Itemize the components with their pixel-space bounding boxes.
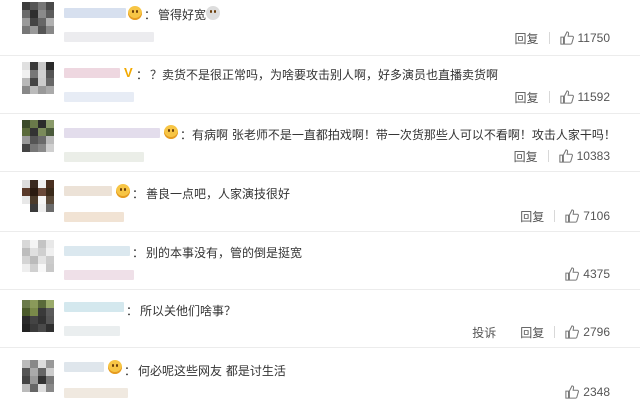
- emoji-icon: [128, 6, 142, 20]
- like-button[interactable]: 2796: [565, 325, 610, 339]
- comment-text: 管得好宽: [158, 8, 207, 22]
- like-count: 7106: [583, 209, 610, 223]
- like-count: 11592: [577, 90, 610, 104]
- meta-info: [64, 388, 128, 398]
- meta-info: [64, 152, 144, 162]
- like-count: 10383: [576, 149, 610, 163]
- comment-item: ： 善良一点吧，人家演技很好 回复 7106: [0, 172, 640, 232]
- like-count: 2348: [583, 385, 610, 399]
- thumbs-up-icon: [565, 325, 580, 339]
- meta-info: [64, 326, 120, 336]
- thumbs-up-icon: [565, 267, 580, 281]
- comment-actions: 回复 11750: [515, 30, 611, 46]
- like-button[interactable]: 11592: [559, 90, 610, 104]
- avatar[interactable]: [22, 62, 54, 94]
- like-count: 11750: [577, 31, 610, 45]
- comment-item: ： 别的本事没有，管的倒是挺宽 回复 4375: [0, 232, 640, 290]
- emoji-icon: [164, 125, 178, 139]
- comment-actions: 回复 4375: [520, 266, 610, 282]
- thumbs-up-icon: [565, 385, 580, 399]
- thumbs-up-icon: [559, 31, 574, 45]
- reply-button[interactable]: 回复: [520, 208, 544, 225]
- thumbs-up-icon: [558, 149, 573, 163]
- comment-text: 何必呢这些网友 都是讨生活: [138, 364, 286, 378]
- username[interactable]: [64, 8, 126, 18]
- comment-actions: 回复 10383: [514, 148, 610, 164]
- username[interactable]: [64, 68, 120, 78]
- reply-button[interactable]: 回复: [520, 324, 544, 341]
- comment-text: 别的本事没有，管的倒是挺宽: [146, 246, 303, 260]
- username[interactable]: [64, 186, 112, 196]
- divider: [554, 326, 556, 338]
- meta-info: [64, 212, 124, 222]
- reply-button[interactable]: 回复: [515, 89, 539, 106]
- comment-actions: 投诉 回复 2796: [472, 324, 610, 340]
- reply-button[interactable]: 回复: [514, 148, 538, 165]
- meta-info: [64, 32, 154, 42]
- comment-item: V ： ？卖货不是很正常吗，为啥要攻击别人啊，好多演员也直播卖货啊 回复 115…: [0, 56, 640, 114]
- avatar[interactable]: [22, 240, 54, 272]
- avatar[interactable]: [22, 120, 54, 152]
- meta-info: [64, 92, 134, 102]
- comment-text: ？卖货不是很正常吗，为啥要攻击别人啊，好多演员也直播卖货啊: [150, 68, 499, 82]
- like-count: 4375: [583, 267, 610, 281]
- meta-info: [64, 270, 134, 280]
- username[interactable]: [64, 246, 130, 256]
- thumbs-up-icon: [565, 209, 580, 223]
- comment-item: ： 所以关他们啥事？ 投诉 回复 2796: [0, 290, 640, 348]
- avatar[interactable]: [22, 360, 54, 392]
- like-button[interactable]: 11750: [559, 31, 610, 45]
- comment-item: ： 有病啊 张老师不是一直都拍戏啊！带一次货那些人可以不看啊！攻击人家干吗！ 回…: [0, 114, 640, 172]
- comment-text: 有病啊 张老师不是一直都拍戏啊！带一次货那些人可以不看啊！攻击人家干吗！: [192, 128, 616, 142]
- like-button[interactable]: 2348: [565, 385, 610, 399]
- avatar[interactable]: [22, 2, 54, 34]
- thumbs-up-icon: [559, 90, 574, 104]
- like-button[interactable]: 7106: [565, 209, 610, 223]
- emoji-icon: [108, 360, 122, 374]
- divider: [547, 150, 549, 162]
- comment-actions: 回复 7106: [520, 208, 610, 224]
- comment-text: 善良一点吧，人家演技很好: [146, 187, 291, 201]
- comment-item: ： 何必呢这些网友 都是讨生活 回复 2348: [0, 348, 640, 416]
- reply-button[interactable]: 回复: [515, 30, 539, 47]
- avatar[interactable]: [22, 300, 54, 332]
- comment-text: 所以关他们啥事？: [140, 304, 237, 318]
- comment-item: ： 管得好宽 回复 11750: [0, 0, 640, 56]
- divider: [548, 32, 550, 44]
- comment-actions: 回复 2348: [520, 384, 610, 400]
- like-count: 2796: [583, 325, 610, 339]
- divider: [554, 210, 556, 222]
- comment-actions: 回复 11592: [515, 89, 611, 105]
- avatar[interactable]: [22, 180, 54, 212]
- username[interactable]: [64, 302, 124, 312]
- username[interactable]: [64, 362, 104, 372]
- emoji-icon: [206, 6, 220, 20]
- divider: [548, 91, 550, 103]
- username[interactable]: [64, 128, 160, 138]
- report-button[interactable]: 投诉: [472, 324, 496, 341]
- vip-badge: V: [124, 65, 133, 80]
- like-button[interactable]: 10383: [558, 149, 610, 163]
- like-button[interactable]: 4375: [565, 267, 610, 281]
- emoji-icon: [116, 184, 130, 198]
